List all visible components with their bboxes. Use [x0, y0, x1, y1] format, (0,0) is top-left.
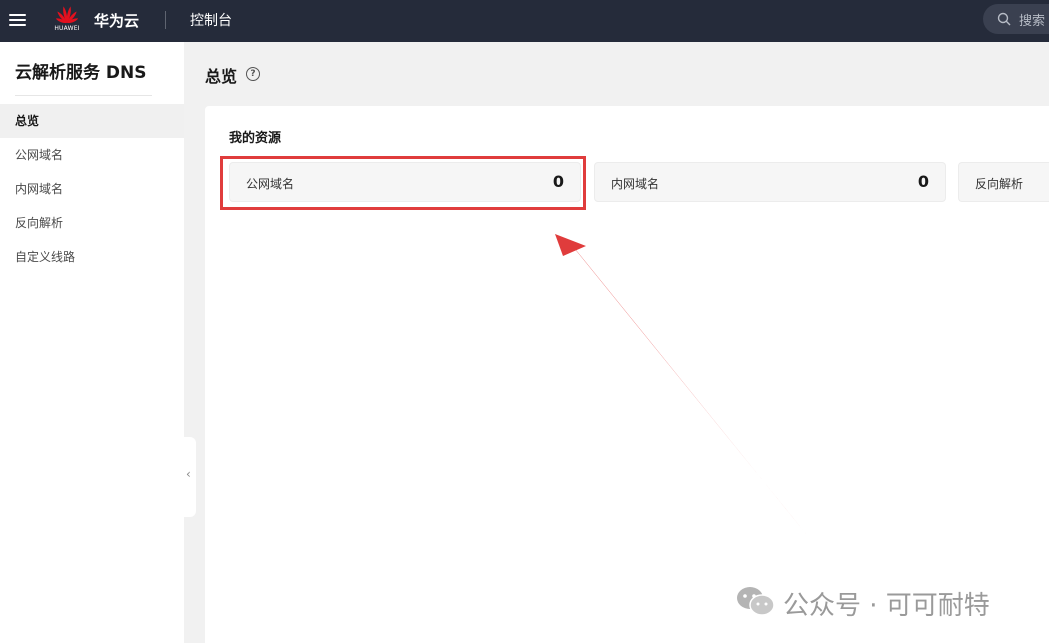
sidebar-item-reverse-resolution[interactable]: 反向解析 — [0, 206, 184, 240]
logo-wordmark: HUAWEI — [54, 25, 80, 32]
watermark-text: 公众号 · 可可耐特 — [783, 591, 990, 621]
sidebar-item-private-zones[interactable]: 内网域名 — [0, 172, 184, 206]
sidebar-item-overview[interactable]: 总览 — [0, 104, 184, 138]
top-navigation-bar: HUAWEI 华为云 控制台 搜索 — [0, 0, 1049, 42]
divider — [15, 95, 152, 96]
service-title: 云解析服务 DNS — [15, 63, 147, 83]
resource-label: 内网域名 — [611, 177, 660, 191]
search-input[interactable]: 搜索 — [983, 4, 1049, 34]
hamburger-menu-icon[interactable] — [8, 10, 28, 30]
search-placeholder: 搜索 — [1019, 14, 1046, 29]
sidebar: 云解析服务 DNS 总览 公网域名 内网域名 反向解析 自定义线路 — [0, 42, 184, 643]
wechat-icon — [737, 587, 775, 616]
chevron-left-icon: ‹ — [186, 467, 191, 481]
sidebar-collapse-handle[interactable]: ‹ — [184, 437, 196, 517]
brand-name[interactable]: 华为云 — [94, 10, 139, 31]
resource-count: 0 — [917, 172, 929, 191]
section-title: 我的资源 — [229, 131, 282, 146]
resource-card-reverse-resolution[interactable]: 反向解析 — [958, 162, 1049, 202]
sidebar-item-custom-lines[interactable]: 自定义线路 — [0, 240, 184, 274]
search-icon — [997, 12, 1011, 26]
resource-card-private-zones[interactable]: 内网域名 0 — [594, 162, 946, 202]
highlight-box — [220, 156, 586, 210]
help-icon[interactable]: ? — [246, 67, 260, 81]
resource-label: 反向解析 — [975, 177, 1024, 191]
divider — [165, 11, 166, 29]
page-title: 总览 — [205, 67, 238, 86]
console-link[interactable]: 控制台 — [190, 10, 232, 30]
sidebar-item-public-zones[interactable]: 公网域名 — [0, 138, 184, 172]
